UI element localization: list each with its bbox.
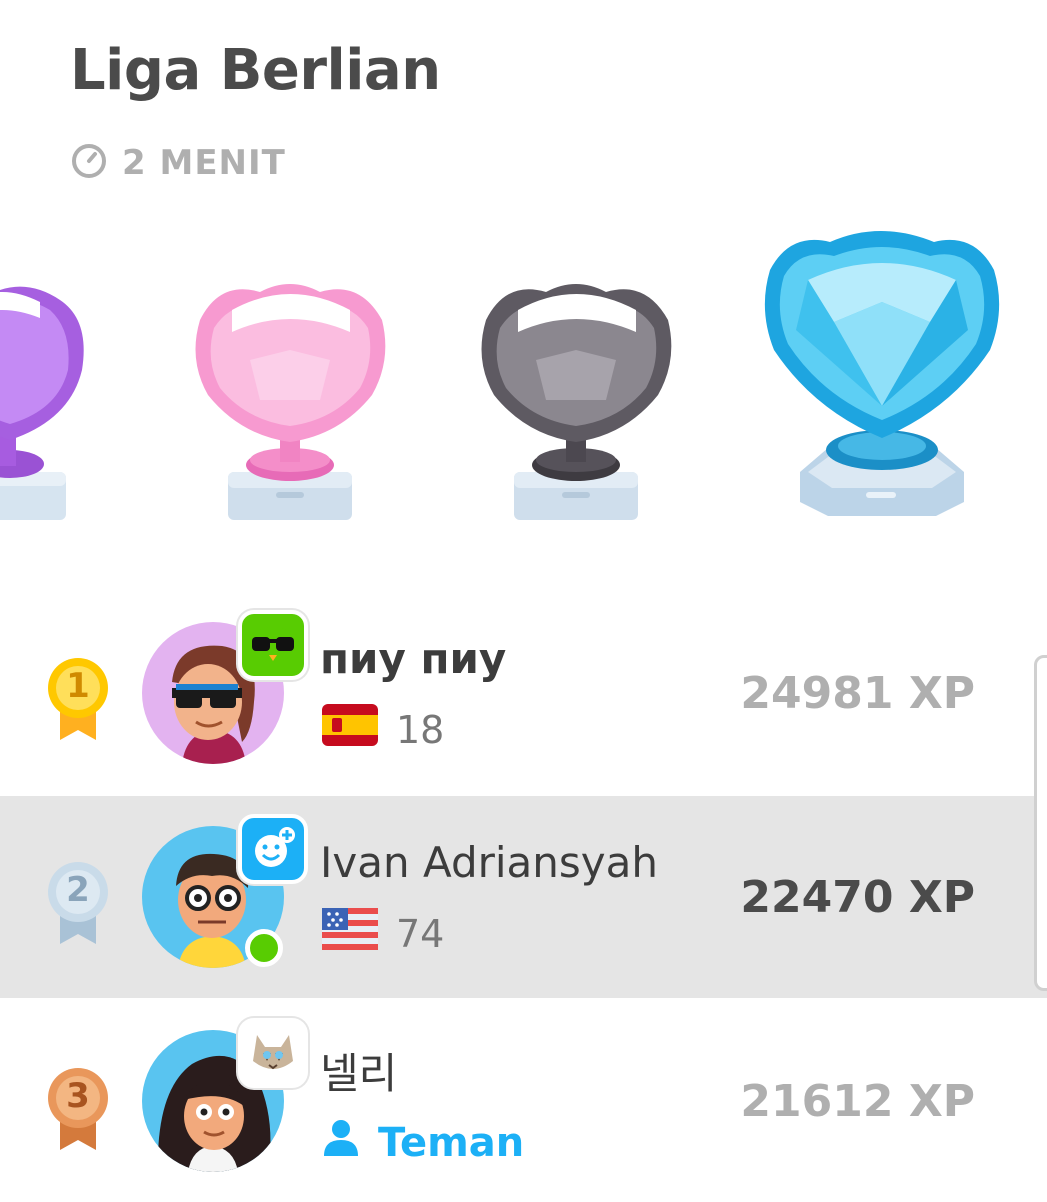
friend-label: Teman bbox=[378, 1119, 525, 1166]
rank-number: 2 bbox=[66, 870, 90, 910]
obsidian-trophy bbox=[481, 284, 672, 520]
user-avatar[interactable] bbox=[142, 610, 308, 764]
diamond-trophy bbox=[764, 231, 1000, 516]
user-avatar[interactable] bbox=[142, 814, 308, 968]
streak-count: 18 bbox=[396, 707, 445, 752]
leaderboard-row-2[interactable]: 2 Ivan Adriansyah 74 22470 XP bbox=[0, 796, 1047, 998]
gold-medal-icon: 1 bbox=[38, 652, 118, 742]
online-status-indicator bbox=[245, 929, 283, 967]
user-name: Ivan Adriansyah bbox=[320, 838, 658, 887]
spain-flag-icon bbox=[322, 704, 378, 755]
user-course-info: 18 bbox=[322, 704, 444, 755]
silver-medal-icon: 2 bbox=[38, 856, 118, 946]
person-icon bbox=[322, 1118, 360, 1167]
league-title: Liga Berlian bbox=[70, 38, 441, 103]
user-name: пиу пиу bbox=[320, 634, 507, 683]
leaderboard-row-3[interactable]: 3 넬리 Teman 21612 XP bbox=[0, 1000, 1047, 1202]
pearl-trophy bbox=[195, 284, 386, 520]
xp-total: 24981 XP bbox=[740, 668, 975, 719]
user-avatar[interactable] bbox=[142, 1018, 308, 1172]
side-panel-edge[interactable] bbox=[1034, 655, 1047, 991]
super-smile-badge-icon bbox=[238, 814, 308, 884]
rank-number: 3 bbox=[66, 1076, 90, 1116]
leaderboard-row-1[interactable]: 1 пиу пиу 18 24981 XP bbox=[0, 592, 1047, 794]
usa-flag-icon bbox=[322, 908, 378, 959]
clock-icon bbox=[70, 142, 108, 184]
league-trophies-carousel[interactable] bbox=[0, 210, 1047, 540]
user-name: 넬리 bbox=[320, 1049, 398, 1098]
xp-total: 22470 XP bbox=[740, 872, 975, 923]
rank-number: 1 bbox=[66, 666, 90, 706]
bronze-medal-icon: 3 bbox=[38, 1062, 118, 1152]
cat-badge-icon bbox=[238, 1018, 308, 1088]
league-timer: 2 MENIT bbox=[70, 140, 286, 186]
amethyst-trophy bbox=[0, 286, 84, 520]
owl-sunglasses-badge-icon bbox=[238, 610, 308, 680]
timer-text: 2 MENIT bbox=[122, 143, 286, 183]
streak-count: 74 bbox=[396, 911, 445, 956]
xp-total: 21612 XP bbox=[740, 1076, 975, 1127]
user-course-info: 74 bbox=[322, 908, 444, 959]
friend-indicator: Teman bbox=[322, 1118, 524, 1167]
